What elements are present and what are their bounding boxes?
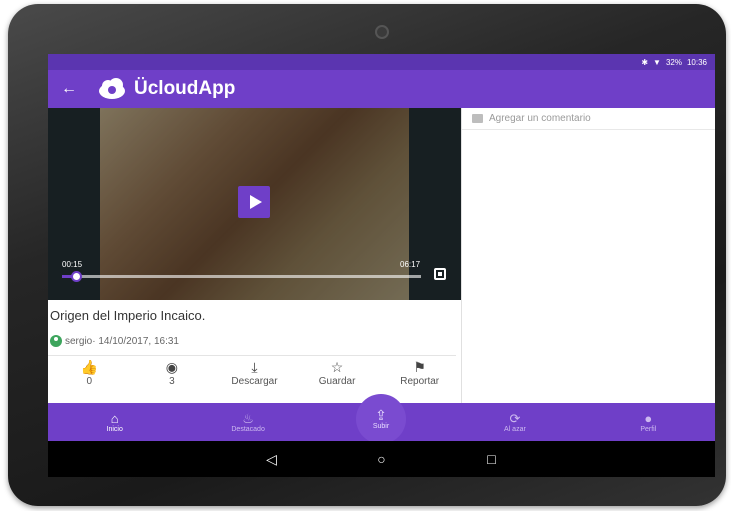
- save-label: Guardar: [318, 376, 356, 387]
- save-button[interactable]: ☆ Guardar: [296, 359, 379, 399]
- duration: 06:17: [400, 260, 421, 269]
- report-button[interactable]: ⚑ Reportar: [378, 359, 461, 399]
- app-title: ÜcloudApp: [134, 78, 236, 99]
- video-title: Origen del Imperio Incaico.: [50, 308, 206, 323]
- comment-input[interactable]: Agregar un comentario: [462, 108, 715, 130]
- upload-icon: ⇪: [375, 407, 387, 423]
- like-count: 0: [86, 376, 93, 387]
- system-home-icon[interactable]: ○: [327, 451, 437, 467]
- post-meta: sergio· 14/10/2017, 16:31: [50, 335, 179, 347]
- comment-icon: [472, 114, 483, 123]
- comment-placeholder: Agregar un comentario: [489, 113, 591, 124]
- wifi-icon: ▼: [653, 57, 661, 67]
- flame-icon: ♨: [242, 411, 254, 426]
- download-label: Descargar: [231, 376, 278, 387]
- system-back-icon[interactable]: ◁: [217, 451, 327, 468]
- system-nav-bar: ◁ ○ □: [48, 441, 715, 477]
- author-date: sergio· 14/10/2017, 16:31: [65, 335, 179, 347]
- nav-inicio[interactable]: ⌂ Inicio: [48, 403, 181, 441]
- shuffle-icon: ⟳: [509, 411, 521, 426]
- person-icon: ●: [644, 411, 653, 426]
- system-recents-icon[interactable]: □: [437, 451, 547, 467]
- star-icon: ☆: [330, 359, 344, 375]
- download-icon: ⤓: [251, 359, 258, 375]
- seek-bar[interactable]: [62, 271, 421, 282]
- battery-level: 32%: [665, 57, 682, 67]
- upload-label: Subir: [372, 423, 390, 430]
- app-logo: [98, 75, 126, 103]
- play-icon: [249, 195, 262, 209]
- app-bar: ← ÜcloudApp: [48, 70, 715, 108]
- current-time: 00:15: [62, 260, 83, 269]
- upload-button[interactable]: ⇪ Subir: [356, 394, 406, 444]
- report-label: Reportar: [400, 376, 440, 387]
- views: ◉ 3: [131, 359, 214, 399]
- nav-destacado[interactable]: ♨ Destacado: [181, 403, 314, 441]
- comments-pane: Agregar un comentario: [461, 108, 715, 403]
- clock: 10:36: [686, 57, 707, 67]
- avatar[interactable]: [50, 335, 62, 347]
- camera-icon: [375, 25, 389, 39]
- view-count: 3: [169, 376, 175, 387]
- status-bar: ✱ ▼ 32% 10:36: [48, 54, 715, 70]
- arrow-left-icon[interactable]: ←: [50, 80, 88, 98]
- divider: [48, 355, 456, 356]
- action-bar: 👍 0 ◉ 3 ⤓ Descargar ☆ Guardar ⚑ Reportar: [48, 359, 461, 399]
- tablet-frame: ✱ ▼ 32% 10:36 ← ÜcloudApp 00:15 06:17 Or…: [8, 4, 726, 506]
- like-button[interactable]: 👍 0: [48, 359, 131, 399]
- nav-label: Inicio: [106, 426, 123, 433]
- flag-icon: ⚑: [413, 359, 426, 375]
- nav-label: Perfil: [640, 426, 657, 433]
- nav-label: Destacado: [231, 426, 265, 433]
- download-button[interactable]: ⤓ Descargar: [213, 359, 296, 399]
- bluetooth-icon: ✱: [641, 57, 649, 67]
- thumbs-up-icon: 👍: [80, 359, 99, 375]
- nav-al-azar[interactable]: ⟳ Al azar: [448, 403, 581, 441]
- nav-perfil[interactable]: ● Perfil: [582, 403, 715, 441]
- eye-icon: ◉: [165, 359, 178, 375]
- fullscreen-icon[interactable]: [434, 268, 446, 280]
- nav-label: Al azar: [504, 426, 526, 433]
- play-button[interactable]: [238, 186, 270, 218]
- screen: ✱ ▼ 32% 10:36 ← ÜcloudApp 00:15 06:17 Or…: [48, 54, 715, 477]
- video-player[interactable]: 00:15 06:17: [48, 108, 461, 300]
- home-icon: ⌂: [110, 411, 119, 426]
